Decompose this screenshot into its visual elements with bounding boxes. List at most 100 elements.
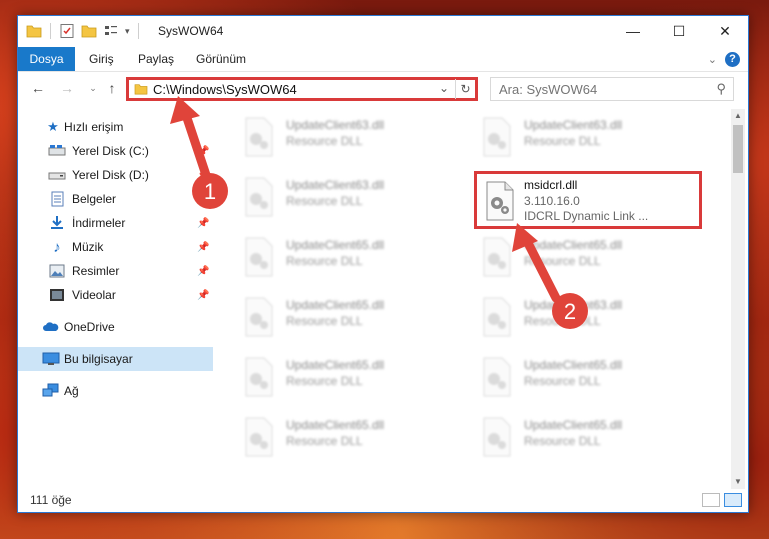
file-item[interactable]: UpdateClient65.dll Resource DLL: [454, 352, 684, 406]
pin-icon[interactable]: 📌: [197, 146, 209, 157]
chevron-down-icon[interactable]: ▾: [125, 26, 130, 37]
nav-label: Ağ: [64, 384, 79, 398]
close-button[interactable]: ✕: [702, 16, 748, 46]
file-description: Resource DLL: [286, 434, 363, 448]
nav-label: Yerel Disk (C:): [72, 144, 149, 158]
dll-file-icon: [486, 181, 514, 221]
search-input[interactable]: [491, 78, 691, 100]
vertical-scrollbar[interactable]: ▲ ▼: [731, 109, 745, 489]
cloud-icon: [43, 322, 59, 331]
new-folder-icon[interactable]: [81, 23, 97, 39]
pin-icon[interactable]: 📌: [197, 290, 209, 301]
file-item[interactable]: UpdateClient63.dll Resource DLL: [216, 112, 446, 166]
star-icon: ★: [47, 119, 59, 134]
tab-file[interactable]: Dosya: [18, 47, 75, 71]
file-name: UpdateClient65.dll: [524, 238, 623, 252]
minimize-button[interactable]: —: [610, 16, 656, 46]
file-item[interactable]: UpdateClient65.dll Resource DLL: [216, 412, 446, 466]
dll-file-icon: [245, 417, 273, 457]
title-bar: ▾ SysWOW64 — ☐ ✕: [18, 16, 748, 47]
network-icon: [42, 383, 59, 397]
nav-music[interactable]: ♪ Müzik 📌: [18, 235, 213, 259]
music-icon: ♪: [53, 238, 61, 256]
file-name: UpdateClient65.dll: [286, 358, 385, 372]
file-description: Resource DLL: [286, 194, 363, 208]
file-item[interactable]: UpdateClient65.dll Resource DLL: [454, 232, 684, 286]
pin-icon[interactable]: 📌: [197, 170, 209, 181]
file-description: Resource DLL: [524, 254, 601, 268]
refresh-icon[interactable]: ↻: [455, 79, 475, 99]
file-name: UpdateClient63.dll: [524, 298, 623, 312]
file-list: UpdateClient63.dll Resource DLL UpdateCl…: [216, 109, 730, 484]
nav-videos[interactable]: Videolar 📌: [18, 283, 213, 307]
maximize-button[interactable]: ☐: [656, 16, 702, 46]
search-box[interactable]: ⚲: [490, 77, 734, 101]
recent-locations-icon[interactable]: ⌄: [85, 79, 101, 97]
scroll-thumb[interactable]: [733, 125, 743, 173]
computer-icon: [42, 352, 60, 365]
tiles-view-icon[interactable]: [724, 493, 742, 507]
dll-file-icon: [483, 417, 511, 457]
file-description: Resource DLL: [524, 434, 601, 448]
up-arrow-icon[interactable]: ↑: [104, 79, 120, 97]
nav-pictures[interactable]: Resimler 📌: [18, 259, 213, 283]
documents-icon: [51, 191, 64, 207]
nav-drive-d[interactable]: Yerel Disk (D:) 📌: [18, 163, 213, 187]
file-description: Resource DLL: [286, 134, 363, 148]
address-bar[interactable]: C:\Windows\SysWOW64 ⌄ ↻: [126, 77, 478, 101]
nav-downloads[interactable]: İndirmeler 📌: [18, 211, 213, 235]
file-name: UpdateClient65.dll: [524, 358, 623, 372]
nav-network[interactable]: Ağ: [18, 379, 213, 403]
tab-home[interactable]: Giriş: [79, 47, 124, 71]
file-item[interactable]: UpdateClient65.dll Resource DLL: [216, 232, 446, 286]
tab-share[interactable]: Paylaş: [128, 47, 184, 71]
dll-file-icon: [245, 357, 273, 397]
pin-icon[interactable]: 📌: [197, 242, 209, 253]
nav-drive-c[interactable]: Yerel Disk (C:) 📌: [18, 139, 213, 163]
navigation-pane: ★ Hızlı erişim Yerel Disk (C:) 📌 Yerel D…: [18, 111, 213, 481]
file-item-msidcrl[interactable]: msidcrl.dll 3.110.16.0 IDCRL Dynamic Lin…: [474, 171, 702, 229]
tab-view[interactable]: Görünüm: [186, 47, 256, 71]
file-description: Resource DLL: [286, 314, 363, 328]
file-name: UpdateClient63.dll: [286, 178, 385, 192]
file-item[interactable]: UpdateClient65.dll Resource DLL: [454, 412, 684, 466]
nav-quick-access[interactable]: ★ Hızlı erişim: [18, 115, 213, 139]
pin-icon[interactable]: 📌: [197, 194, 209, 205]
nav-onedrive[interactable]: OneDrive: [18, 315, 213, 339]
scroll-up-icon[interactable]: ▲: [731, 109, 745, 123]
view-switcher: [702, 493, 742, 507]
details-view-icon[interactable]: [702, 493, 720, 507]
file-item[interactable]: UpdateClient63.dll Resource DLL: [454, 112, 684, 166]
chevron-down-icon[interactable]: ⌄: [439, 81, 449, 95]
back-arrow-icon[interactable]: ←: [30, 79, 46, 97]
address-path[interactable]: C:\Windows\SysWOW64: [153, 82, 297, 97]
file-description: Resource DLL: [286, 254, 363, 268]
quick-access-toolbar: ▾: [26, 23, 141, 39]
customize-toolbar-icon[interactable]: [103, 23, 119, 39]
expand-ribbon-icon[interactable]: ⌄: [708, 53, 717, 66]
nav-this-pc[interactable]: Bu bilgisayar: [18, 347, 213, 371]
videos-icon: [50, 289, 64, 301]
properties-icon[interactable]: [59, 23, 75, 39]
file-item[interactable]: UpdateClient65.dll Resource DLL: [216, 292, 446, 346]
pictures-icon: [49, 264, 65, 278]
file-item[interactable]: UpdateClient63.dll Resource DLL: [454, 292, 684, 346]
search-icon[interactable]: ⚲: [716, 81, 726, 97]
forward-arrow-icon[interactable]: →: [59, 79, 75, 97]
help-button[interactable]: ?: [725, 52, 740, 67]
file-description: IDCRL Dynamic Link ...: [524, 209, 649, 223]
file-item[interactable]: UpdateClient63.dll Resource DLL: [216, 172, 446, 226]
file-description: Resource DLL: [286, 374, 363, 388]
nav-label: Yerel Disk (D:): [72, 168, 149, 182]
dll-file-icon: [483, 117, 511, 157]
nav-documents[interactable]: Belgeler 📌: [18, 187, 213, 211]
nav-label: OneDrive: [64, 320, 115, 334]
dll-file-icon: [245, 177, 273, 217]
dll-file-icon: [483, 237, 511, 277]
pin-icon[interactable]: 📌: [197, 266, 209, 277]
file-name: msidcrl.dll: [524, 178, 578, 192]
ribbon-right: ⌄ ?: [708, 52, 740, 67]
pin-icon[interactable]: 📌: [197, 218, 209, 229]
file-item[interactable]: UpdateClient65.dll Resource DLL: [216, 352, 446, 406]
scroll-down-icon[interactable]: ▼: [731, 475, 745, 489]
